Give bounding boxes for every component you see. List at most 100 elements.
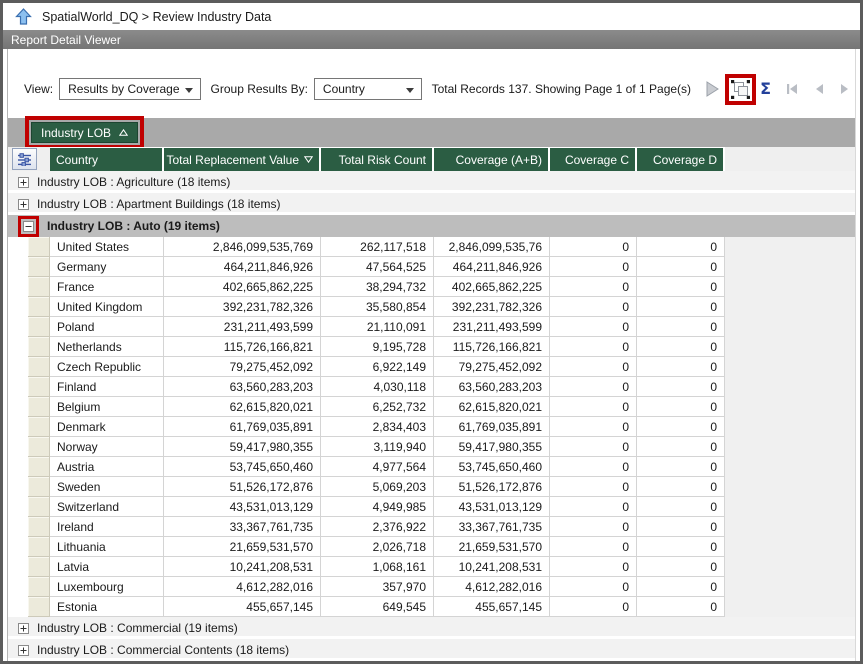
- row-indent: [8, 277, 28, 297]
- cell-country: Lithuania: [50, 537, 164, 557]
- column-header-total-replacement-value[interactable]: Total Replacement Value: [164, 147, 321, 171]
- cell-total-risk-count: 2,026,718: [321, 537, 434, 557]
- group-row-agriculture[interactable]: Industry LOB : Agriculture (18 items): [8, 171, 855, 193]
- cell-coverage-ab: 21,659,531,570: [434, 537, 550, 557]
- row-selector[interactable]: [28, 377, 50, 397]
- panel-title-bar: Report Detail Viewer: [3, 30, 860, 49]
- row-selector[interactable]: [28, 457, 50, 477]
- cell-coverage-c: 0: [550, 377, 637, 397]
- cell-total-replacement-value: 63,560,283,203: [164, 377, 321, 397]
- collapse-icon[interactable]: [23, 221, 34, 232]
- table-row: Estonia 455,657,145 649,545 455,657,145 …: [8, 597, 855, 617]
- group-row-commercial[interactable]: Industry LOB : Commercial (19 items): [8, 617, 855, 639]
- first-page-icon[interactable]: [785, 82, 799, 96]
- cell-total-replacement-value: 455,657,145: [164, 597, 321, 617]
- view-dropdown[interactable]: Results by Coverage: [59, 78, 200, 100]
- column-header-country[interactable]: Country: [50, 147, 164, 171]
- records-status-text: Total Records 137. Showing Page 1 of 1 P…: [432, 78, 692, 100]
- row-selector[interactable]: [28, 537, 50, 557]
- expand-icon[interactable]: [18, 645, 29, 656]
- row-filler: [725, 557, 855, 577]
- row-selector[interactable]: [28, 337, 50, 357]
- cell-country: Czech Republic: [50, 357, 164, 377]
- row-selector[interactable]: [28, 297, 50, 317]
- row-selector[interactable]: [28, 317, 50, 337]
- field-chooser-icon[interactable]: [12, 148, 37, 170]
- cell-total-replacement-value: 59,417,980,355: [164, 437, 321, 457]
- group-label: Industry LOB : Apartment Buildings (18 i…: [37, 197, 280, 211]
- view-label: View:: [24, 78, 53, 100]
- expand-icon[interactable]: [18, 623, 29, 634]
- cell-coverage-d: 0: [637, 597, 725, 617]
- cell-coverage-c: 0: [550, 297, 637, 317]
- cell-country: Netherlands: [50, 337, 164, 357]
- row-selector[interactable]: [28, 517, 50, 537]
- cell-total-replacement-value: 43,531,013,129: [164, 497, 321, 517]
- group-row-apartment-buildings[interactable]: Industry LOB : Apartment Buildings (18 i…: [8, 193, 855, 215]
- row-selector[interactable]: [28, 417, 50, 437]
- panel-title: Report Detail Viewer: [11, 33, 121, 47]
- cell-coverage-d: 0: [637, 377, 725, 397]
- cell-coverage-d: 0: [637, 397, 725, 417]
- cell-total-risk-count: 3,119,940: [321, 437, 434, 457]
- sigma-summary-icon[interactable]: Σ: [760, 81, 771, 97]
- industry-lob-group-button[interactable]: Industry LOB: [31, 122, 138, 143]
- group-by-band: Industry LOB: [8, 118, 855, 147]
- row-selector[interactable]: [28, 277, 50, 297]
- column-header-total-risk-count[interactable]: Total Risk Count: [321, 147, 434, 171]
- cell-coverage-ab: 464,211,846,926: [434, 257, 550, 277]
- cell-coverage-c: 0: [550, 357, 637, 377]
- cell-total-risk-count: 649,545: [321, 597, 434, 617]
- cell-total-replacement-value: 464,211,846,926: [164, 257, 321, 277]
- view-dropdown-value: Results by Coverage: [68, 82, 179, 96]
- table-row: Austria 53,745,650,460 4,977,564 53,745,…: [8, 457, 855, 477]
- cell-country: Belgium: [50, 397, 164, 417]
- cell-total-replacement-value: 79,275,452,092: [164, 357, 321, 377]
- column-header-coverage-c[interactable]: Coverage C: [550, 147, 637, 171]
- row-selector[interactable]: [28, 597, 50, 617]
- up-arrow-icon[interactable]: [15, 8, 32, 26]
- row-selector[interactable]: [28, 237, 50, 257]
- row-selector[interactable]: [28, 437, 50, 457]
- group-selection-icon[interactable]: [731, 80, 750, 99]
- cell-total-risk-count: 6,252,732: [321, 397, 434, 417]
- cell-coverage-c: 0: [550, 437, 637, 457]
- cell-coverage-d: 0: [637, 317, 725, 337]
- group-row-auto-expanded[interactable]: Industry LOB : Auto (19 items): [8, 215, 855, 237]
- row-selector[interactable]: [28, 577, 50, 597]
- header-filler: [725, 147, 855, 171]
- expand-icon[interactable]: [18, 199, 29, 210]
- breadcrumb[interactable]: SpatialWorld_DQ > Review Industry Data: [42, 10, 271, 24]
- expand-icon[interactable]: [18, 177, 29, 188]
- row-selector[interactable]: [28, 357, 50, 377]
- next-page-icon[interactable]: [839, 82, 851, 96]
- row-selector[interactable]: [28, 497, 50, 517]
- cell-total-replacement-value: 53,745,650,460: [164, 457, 321, 477]
- group-results-by-dropdown[interactable]: Country: [314, 78, 422, 100]
- cell-coverage-d: 0: [637, 537, 725, 557]
- cell-coverage-ab: 231,211,493,599: [434, 317, 550, 337]
- cell-coverage-ab: 455,657,145: [434, 597, 550, 617]
- column-header-coverage-ab[interactable]: Coverage (A+B): [434, 147, 550, 171]
- row-selector[interactable]: [28, 557, 50, 577]
- row-selector[interactable]: [28, 397, 50, 417]
- run-filter-icon[interactable]: [705, 80, 721, 98]
- row-indent: [8, 557, 28, 577]
- previous-page-icon[interactable]: [813, 82, 825, 96]
- cell-coverage-c: 0: [550, 277, 637, 297]
- row-indent: [8, 257, 28, 277]
- row-indent: [8, 297, 28, 317]
- column-header-coverage-d[interactable]: Coverage D: [637, 147, 725, 171]
- cell-total-risk-count: 21,110,091: [321, 317, 434, 337]
- table-row: Denmark 61,769,035,891 2,834,403 61,769,…: [8, 417, 855, 437]
- table-row: Belgium 62,615,820,021 6,252,732 62,615,…: [8, 397, 855, 417]
- cell-coverage-ab: 63,560,283,203: [434, 377, 550, 397]
- cell-coverage-ab: 43,531,013,129: [434, 497, 550, 517]
- row-selector[interactable]: [28, 477, 50, 497]
- row-filler: [725, 377, 855, 397]
- group-row-commercial-contents[interactable]: Industry LOB : Commercial Contents (18 i…: [8, 639, 855, 661]
- breadcrumb-bar: SpatialWorld_DQ > Review Industry Data: [3, 3, 860, 30]
- cell-total-risk-count: 2,834,403: [321, 417, 434, 437]
- row-filler: [725, 577, 855, 597]
- row-selector[interactable]: [28, 257, 50, 277]
